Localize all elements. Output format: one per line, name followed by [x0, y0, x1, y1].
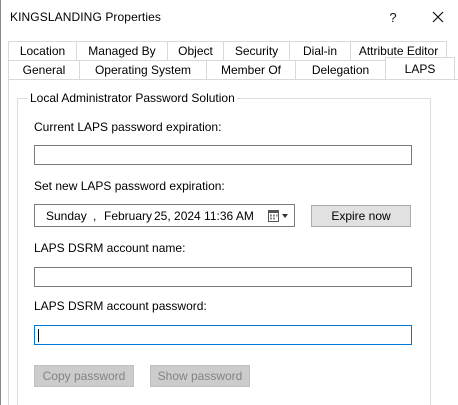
tab-operating-system[interactable]: Operating System	[79, 60, 207, 79]
set-new-expiration-label: Set new LAPS password expiration:	[34, 179, 225, 193]
title-bar[interactable]: KINGSLANDING Properties ?	[1, 0, 458, 34]
expire-now-button[interactable]: Expire now	[311, 205, 411, 227]
dsrm-account-name-field[interactable]	[34, 267, 412, 287]
expiration-date-picker[interactable]: Sunday , February 25, 2024 11:36 AM	[34, 204, 295, 227]
help-button[interactable]: ?	[376, 5, 410, 29]
tab-laps[interactable]: LAPS	[385, 57, 455, 79]
tab-general[interactable]: General	[8, 60, 80, 79]
tab-member-of[interactable]: Member Of	[206, 60, 296, 79]
date-separator: ,	[93, 209, 97, 223]
tab-managed-by[interactable]: Managed By	[76, 41, 168, 60]
laps-group-title: Local Administrator Password Solution	[28, 91, 237, 105]
copy-password-button[interactable]: Copy password	[34, 365, 134, 387]
dsrm-account-name-label: LAPS DSRM account name:	[34, 241, 186, 255]
date-month[interactable]: February	[104, 209, 152, 223]
text-caret	[38, 329, 39, 342]
tab-row-front: General Operating System Member Of Deleg…	[8, 57, 455, 79]
dsrm-account-password-field[interactable]	[34, 325, 412, 345]
close-button[interactable]	[421, 5, 455, 29]
tab-security[interactable]: Security	[223, 41, 290, 60]
tab-location[interactable]: Location	[8, 41, 77, 60]
properties-dialog: KINGSLANDING Properties ? Location Manag…	[0, 0, 458, 405]
tab-row-back: Location Managed By Object Security Dial…	[8, 41, 447, 60]
calendar-dropdown-icon[interactable]	[267, 208, 291, 224]
tab-object[interactable]: Object	[167, 41, 224, 60]
date-day[interactable]: Sunday	[46, 209, 87, 223]
tab-dial-in[interactable]: Dial-in	[289, 41, 351, 60]
current-expiration-label: Current LAPS password expiration:	[34, 120, 222, 134]
close-icon	[432, 11, 444, 23]
date-day-year-time[interactable]: 25, 2024 11:36 AM	[154, 209, 254, 223]
tab-delegation[interactable]: Delegation	[295, 60, 386, 79]
show-password-button[interactable]: Show password	[150, 365, 250, 387]
current-expiration-field[interactable]	[34, 145, 412, 165]
window-title: KINGSLANDING Properties	[10, 10, 162, 24]
dsrm-account-password-label: LAPS DSRM account password:	[34, 299, 207, 313]
